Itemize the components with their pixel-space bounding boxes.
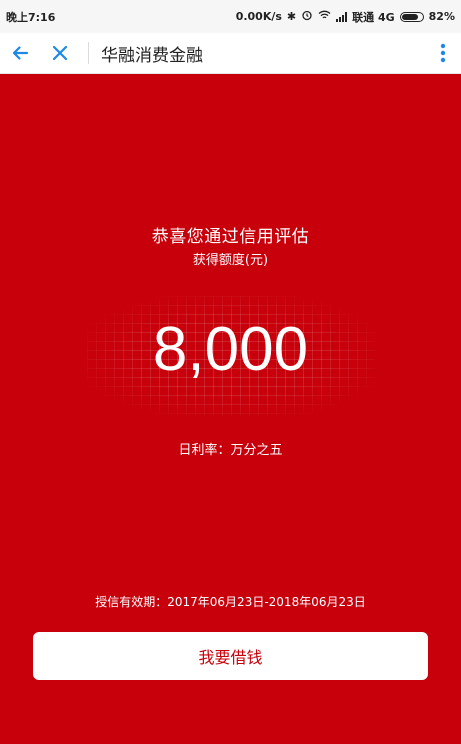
- app-bar: 华融消费金融: [0, 33, 461, 74]
- status-bar: 晚上7:16 0.00K/s ✱ 联通 4G 82%: [0, 0, 461, 33]
- borrow-button[interactable]: 我要借钱: [33, 632, 428, 680]
- status-time: 晚上7:16: [6, 10, 56, 24]
- credit-validity-period: 授信有效期：2017年06月23日-2018年06月23日: [95, 595, 366, 609]
- success-headline: 恭喜您通过信用评估: [151, 227, 310, 247]
- more-button[interactable]: [425, 33, 461, 74]
- more-vertical-icon: [440, 43, 446, 63]
- alarm-icon: [301, 9, 313, 24]
- wifi-icon: [318, 10, 331, 23]
- close-button[interactable]: [40, 33, 80, 74]
- app-title: 华融消费金融: [101, 45, 203, 66]
- back-button[interactable]: [0, 33, 40, 74]
- bluetooth-icon: ✱: [286, 10, 297, 23]
- network-speed: 0.00K/s: [235, 10, 282, 23]
- battery-icon: [399, 11, 424, 22]
- status-icons: 0.00K/s ✱ 联通 4G 82%: [236, 9, 455, 25]
- app-bar-divider: [88, 42, 89, 64]
- battery-fill: [401, 13, 419, 20]
- battery-percent: 82%: [428, 10, 455, 23]
- signal-icon: [336, 11, 348, 22]
- close-icon: [52, 45, 68, 61]
- amount-caption: 获得额度(元): [192, 253, 269, 268]
- credit-amount: 8,000: [152, 315, 309, 384]
- daily-rate: 日利率：万分之五: [178, 443, 283, 458]
- credit-result-panel: 恭喜您通过信用评估 获得额度(元) 8,000 日利率：万分之五 授信有效期：2…: [0, 74, 461, 744]
- arrow-left-icon: [12, 46, 29, 60]
- carrier-label: 联通 4G: [352, 10, 395, 24]
